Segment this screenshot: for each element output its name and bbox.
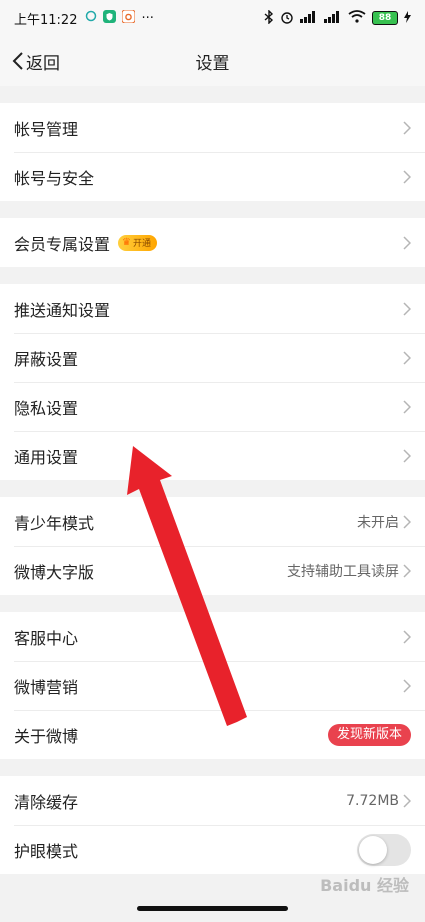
toggle-knob: [359, 835, 387, 864]
page-title: 设置: [195, 53, 230, 74]
chevron-right-icon: [403, 448, 411, 463]
row-account-security[interactable]: 帐号与安全: [0, 152, 425, 201]
row-label: 青少年模式: [14, 513, 95, 533]
chevron-right-icon: [403, 629, 411, 644]
row-label: 隐私设置: [14, 398, 79, 418]
row-clear-cache[interactable]: 清除缓存 7.72MB: [0, 776, 425, 825]
shield-app-icon: [103, 9, 117, 27]
row-push-notifications[interactable]: 推送通知设置: [0, 284, 425, 333]
chevron-right-icon: [403, 563, 411, 578]
weibo-app-icon: [121, 9, 136, 27]
chevron-right-icon: [403, 514, 411, 529]
vip-open-badge: ♛ 开通: [118, 234, 157, 251]
row-label: 推送通知设置: [14, 300, 111, 320]
settings-group-support: 客服中心 微博营销 关于微博 发现新版本: [0, 612, 425, 759]
row-general-settings[interactable]: 通用设置: [0, 431, 425, 480]
row-label: 清除缓存: [14, 792, 79, 812]
row-customer-service[interactable]: 客服中心: [0, 612, 425, 661]
chevron-right-icon: [403, 678, 411, 693]
more-dots: ···: [141, 10, 154, 26]
row-youth-mode[interactable]: 青少年模式 未开启: [0, 497, 425, 546]
settings-group-vip: 会员专属设置 ♛ 开通: [0, 218, 425, 267]
back-label: 返回: [26, 53, 60, 74]
chevron-right-icon: [403, 793, 411, 808]
home-indicator[interactable]: [137, 906, 288, 911]
chevron-right-icon: [403, 350, 411, 365]
row-value: 支持辅助工具读屏: [287, 563, 399, 580]
crown-icon: ♛: [122, 237, 131, 248]
charging-icon: [404, 10, 411, 26]
chevron-left-icon: [12, 52, 23, 70]
row-eye-care-mode: 护眼模式: [0, 825, 425, 874]
row-account-management[interactable]: 帐号管理: [0, 103, 425, 152]
row-privacy-settings[interactable]: 隐私设置: [0, 382, 425, 431]
status-bar: 上午11:22 ··· 88: [0, 0, 425, 36]
row-block-settings[interactable]: 屏蔽设置: [0, 333, 425, 382]
chat-bubble-icon: [85, 10, 97, 26]
row-label: 屏蔽设置: [14, 349, 79, 369]
battery-icon: 88: [372, 11, 398, 25]
row-label: 护眼模式: [14, 841, 79, 861]
settings-group-general: 推送通知设置 屏蔽设置 隐私设置 通用设置: [0, 284, 425, 480]
row-about-weibo[interactable]: 关于微博 发现新版本: [0, 710, 425, 759]
nav-bar: 返回 设置: [0, 36, 425, 86]
row-label: 客服中心: [14, 628, 79, 648]
back-button[interactable]: 返回: [12, 36, 60, 86]
signal-icon: [300, 10, 318, 26]
row-large-font[interactable]: 微博大字版 支持辅助工具读屏: [0, 546, 425, 595]
row-label: 微博营销: [14, 677, 79, 697]
chevron-right-icon: [403, 399, 411, 414]
settings-group-account: 帐号管理 帐号与安全: [0, 103, 425, 201]
row-label: 关于微博: [14, 726, 79, 746]
chevron-right-icon: [403, 235, 411, 250]
row-label: 帐号管理: [14, 119, 79, 139]
chevron-right-icon: [403, 169, 411, 184]
status-indicators: 88: [264, 8, 411, 27]
eye-care-toggle[interactable]: [357, 833, 411, 866]
new-version-badge: 发现新版本: [327, 723, 411, 746]
chevron-right-icon: [403, 120, 411, 135]
row-label: 会员专属设置: [14, 234, 111, 254]
row-label: 微博大字版: [14, 562, 95, 582]
row-label: 通用设置: [14, 447, 79, 467]
row-label: 帐号与安全: [14, 168, 95, 188]
settings-group-modes: 青少年模式 未开启 微博大字版 支持辅助工具读屏: [0, 497, 425, 595]
cache-size: 7.72MB: [346, 792, 399, 809]
status-time: 上午11:22: [14, 12, 78, 28]
watermark-text: Baidu 经验: [320, 876, 409, 895]
bluetooth-icon: [264, 8, 274, 27]
chevron-right-icon: [403, 301, 411, 316]
vip-badge-label: 开通: [132, 239, 151, 249]
wifi-icon: [348, 10, 366, 26]
row-weibo-marketing[interactable]: 微博营销: [0, 661, 425, 710]
settings-group-cache: 清除缓存 7.72MB 护眼模式: [0, 776, 425, 874]
row-vip-settings[interactable]: 会员专属设置 ♛ 开通: [0, 218, 425, 267]
signal-icon-2: [324, 10, 342, 26]
row-value: 未开启: [357, 514, 399, 531]
alarm-icon: [280, 10, 294, 27]
